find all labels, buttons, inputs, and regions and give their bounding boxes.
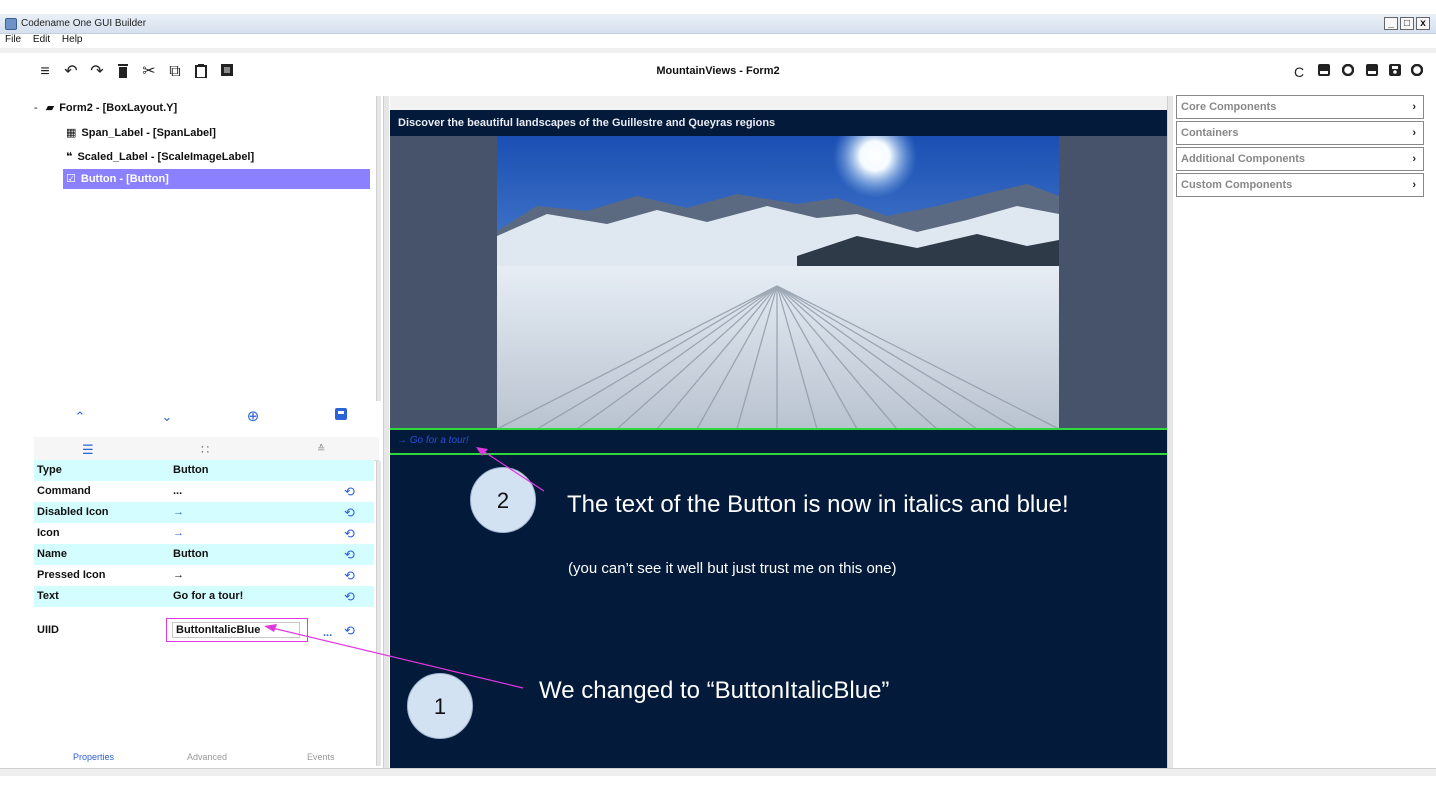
tree-item-button[interactable]: ☑ Button - [Button] — [63, 169, 370, 189]
add-icon[interactable]: ⊕ — [243, 407, 263, 425]
mountain-photo — [497, 136, 1059, 429]
reset-icon[interactable]: ⟲ — [344, 620, 355, 641]
preview-icon[interactable] — [1339, 63, 1357, 80]
tab-properties[interactable]: Properties — [73, 752, 114, 762]
property-row[interactable]: Text Go for a tour! ⟲ — [34, 586, 374, 607]
window-title: Codename One GUI Builder — [21, 18, 147, 29]
property-row[interactable]: Icon → ⟲ — [34, 523, 374, 544]
property-tab-bar: ☰ ∷ ≙ — [34, 437, 379, 461]
quote-icon: ❝ — [66, 151, 73, 163]
save-icon[interactable] — [1386, 64, 1404, 80]
tab-advanced[interactable]: Advanced — [187, 752, 227, 762]
reset-icon[interactable]: ⟲ — [344, 523, 355, 544]
checkbox-icon: ☑ — [66, 173, 76, 185]
palette-additional-components[interactable]: Additional Components › — [1176, 147, 1424, 171]
reset-icon[interactable]: ⟲ — [344, 565, 355, 586]
tree-scrollbar[interactable] — [376, 96, 381, 401]
uiid-more-button[interactable]: ... — [323, 623, 332, 644]
reset-icon[interactable]: ⟲ — [344, 586, 355, 607]
chevron-right-icon: › — [1412, 153, 1416, 165]
property-row[interactable]: Disabled Icon → ⟲ — [34, 502, 374, 523]
button-text: → Go for a tour! — [397, 435, 469, 446]
uiid-highlight: ButtonItalicBlue — [166, 618, 308, 642]
tree-item-scaled-label[interactable]: ❝ Scaled_Label - [ScaleImageLabel] — [66, 147, 254, 167]
reset-icon[interactable]: ⟲ — [344, 502, 355, 523]
reset-icon[interactable]: ⟲ — [344, 481, 355, 502]
chevron-right-icon: › — [1412, 101, 1416, 113]
property-bottom-tabs: Properties Advanced Events — [34, 752, 379, 766]
move-up-icon[interactable]: ⌃ — [70, 409, 90, 425]
document-title: MountainViews - Form2 — [656, 65, 780, 77]
minimize-button[interactable]: _ — [1384, 17, 1398, 30]
component-tree: - ▰ Form2 - [BoxLayout.Y] ▦ Span_Label - [… — [34, 96, 374, 396]
palette-custom-components[interactable]: Custom Components › — [1176, 173, 1424, 197]
grid-icon: ▦ — [66, 127, 77, 139]
menu-help[interactable]: Help — [62, 34, 83, 45]
tree-item-span-label[interactable]: ▦ Span_Label - [SpanLabel] — [66, 123, 216, 143]
callout-2-circle: 2 — [470, 467, 536, 533]
close-button[interactable]: x — [1416, 17, 1430, 30]
property-row-uiid[interactable]: UIID ButtonItalicBlue ... ⟲ — [34, 618, 374, 644]
right-splitter[interactable] — [1167, 96, 1173, 768]
tree-actions: ⌃ ⌄ ⊕ — [34, 405, 379, 431]
button-component[interactable]: → Go for a tour! — [390, 428, 1167, 455]
folder-icon: ▰ — [45, 102, 55, 114]
title-bar: Codename One GUI Builder _ □ x — [0, 14, 1436, 34]
form-canvas: Discover the beautiful landscapes of the… — [390, 110, 1167, 768]
property-row[interactable]: Pressed Icon → ⟲ — [34, 565, 374, 586]
toolbar: ≡ ↶ ↷ ✂ ⧉ MountainViews - Form2 C — [0, 58, 1436, 86]
callout-1-circle: 1 — [407, 673, 473, 739]
refresh-icon[interactable]: C — [1290, 64, 1308, 80]
image2-icon[interactable] — [1363, 64, 1381, 80]
chevron-right-icon: › — [1412, 179, 1416, 191]
add-component-icon[interactable] — [331, 408, 351, 423]
menu-separator — [0, 48, 1436, 53]
menu-bar: File Edit Help — [0, 34, 1436, 48]
callout-2-text: The text of the Button is now in italics… — [567, 491, 1069, 518]
palette-containers[interactable]: Containers › — [1176, 121, 1424, 145]
callout-1-text: We changed to “ButtonItalicBlue” — [539, 677, 890, 704]
tree-root[interactable]: - ▰ Form2 - [BoxLayout.Y] — [34, 98, 177, 118]
events-view-icon[interactable]: ≙ — [317, 444, 325, 455]
tab-events[interactable]: Events — [307, 752, 335, 762]
maximize-button[interactable]: □ — [1400, 17, 1414, 30]
uiid-input[interactable]: ButtonItalicBlue — [172, 622, 300, 638]
bottom-strip — [0, 768, 1436, 776]
run-icon[interactable] — [1408, 63, 1426, 80]
callout-2-subtext: (you can’t see it well but just trust me… — [568, 560, 897, 577]
left-splitter[interactable] — [383, 96, 389, 768]
app-icon — [5, 18, 17, 30]
grid-view-icon[interactable]: ∷ — [201, 442, 209, 458]
span-label-text[interactable]: Discover the beautiful landscapes of the… — [390, 110, 1167, 136]
property-row[interactable]: Command ... ⟲ — [34, 481, 374, 502]
reset-icon[interactable]: ⟲ — [344, 544, 355, 565]
move-down-icon[interactable]: ⌄ — [157, 409, 177, 425]
scaled-image-label[interactable] — [390, 136, 1167, 429]
property-row[interactable]: Name Button ⟲ — [34, 544, 374, 565]
property-row[interactable]: Type Button — [34, 460, 374, 481]
canvas-top-bar — [390, 96, 1167, 110]
collapse-icon[interactable]: - — [34, 98, 38, 118]
properties-scrollbar[interactable] — [376, 461, 381, 766]
window-controls: _ □ x — [1384, 17, 1430, 30]
menu-edit[interactable]: Edit — [33, 34, 50, 45]
list-view-icon[interactable]: ☰ — [82, 442, 94, 458]
menu-file[interactable]: File — [5, 34, 21, 45]
chevron-right-icon: › — [1412, 127, 1416, 139]
palette-core-components[interactable]: Core Components › — [1176, 95, 1424, 119]
image-icon[interactable] — [1315, 64, 1333, 80]
